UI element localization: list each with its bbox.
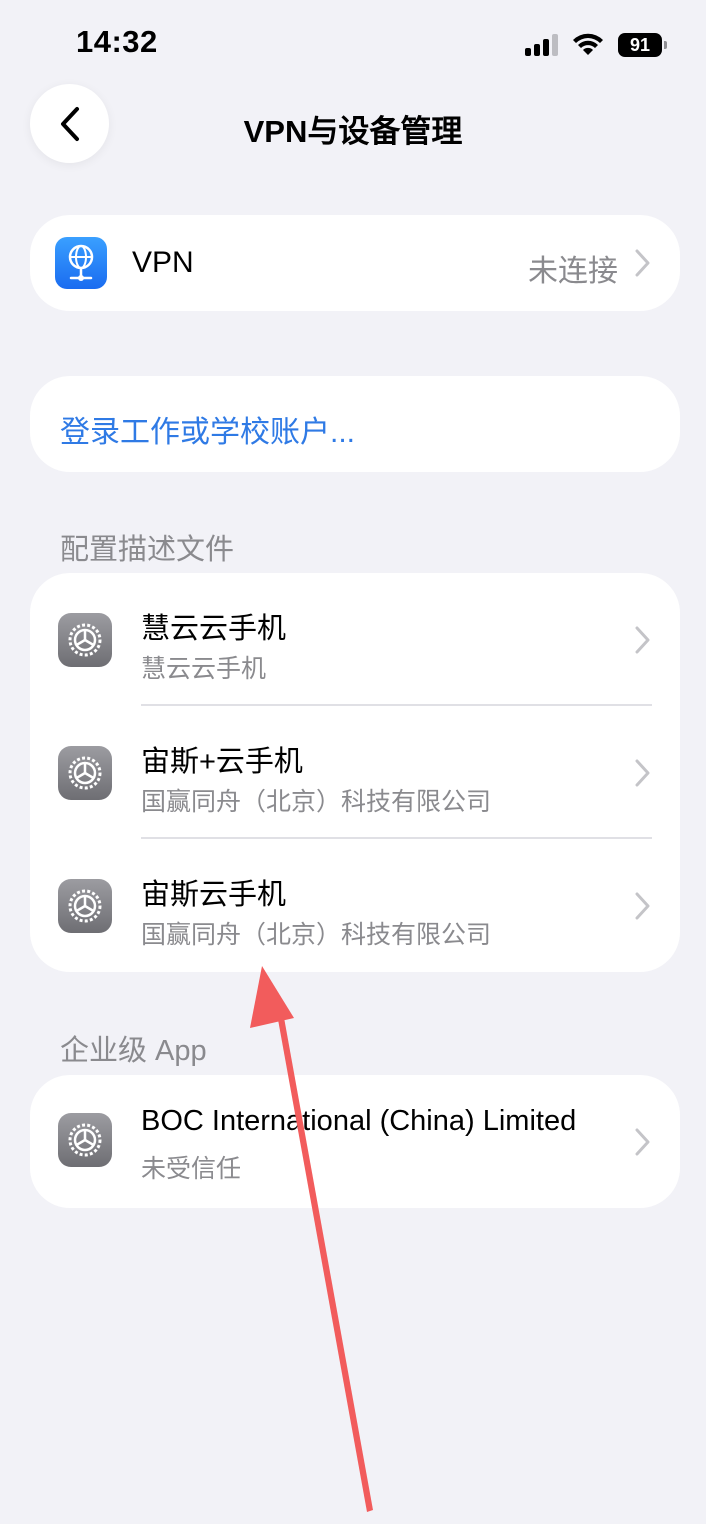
profile-subtitle: 国赢同舟（北京）科技有限公司 xyxy=(141,921,492,949)
login-account-label: 登录工作或学校账户... xyxy=(60,416,356,449)
gear-icon xyxy=(58,879,112,933)
profiles-group: 慧云云手机 慧云云手机 宙斯+云手机 国赢同舟（北京）科技有限公司 宙斯云手机 … xyxy=(30,573,680,972)
gear-icon xyxy=(58,1113,112,1167)
profiles-header: 配置描述文件 xyxy=(60,534,235,566)
profile-row[interactable]: 宙斯+云手机 国赢同舟（北京）科技有限公司 xyxy=(30,706,680,839)
chevron-right-icon xyxy=(635,892,650,919)
enterprise-header: 企业级 App xyxy=(60,1035,207,1067)
battery-icon: 91 xyxy=(618,33,667,57)
enterprise-app-row[interactable]: BOC International (China) Limited 未受信任 xyxy=(30,1075,680,1208)
profile-subtitle: 国赢同舟（北京）科技有限公司 xyxy=(141,788,492,816)
status-time: 14:32 xyxy=(76,24,158,59)
vpn-label: VPN xyxy=(132,246,194,279)
login-account-button[interactable]: 登录工作或学校账户... xyxy=(30,376,680,472)
battery-level: 91 xyxy=(629,34,651,55)
profile-row[interactable]: 宙斯云手机 国赢同舟（北京）科技有限公司 xyxy=(30,839,680,972)
chevron-right-icon xyxy=(635,249,650,277)
gear-icon xyxy=(58,613,112,667)
enterprise-app-title: BOC International (China) Limited xyxy=(141,1105,577,1137)
vpn-group: VPN 未连接 xyxy=(30,215,680,311)
chevron-right-icon xyxy=(635,626,650,653)
enterprise-app-subtitle: 未受信任 xyxy=(141,1155,242,1183)
profile-subtitle: 慧云云手机 xyxy=(141,655,267,683)
signal-icon xyxy=(525,34,558,56)
vpn-status: 未连接 xyxy=(528,255,618,288)
chevron-right-icon xyxy=(635,1128,650,1155)
page-title: VPN与设备管理 xyxy=(243,114,463,149)
profile-title: 宙斯+云手机 xyxy=(141,746,303,778)
status-bar: 14:32 91 xyxy=(0,0,706,90)
vpn-row[interactable]: VPN 未连接 xyxy=(30,215,680,311)
profile-title: 慧云云手机 xyxy=(141,613,287,645)
wifi-icon xyxy=(573,33,603,55)
chevron-right-icon xyxy=(635,759,650,786)
login-group: 登录工作或学校账户... xyxy=(30,376,680,472)
profile-title: 宙斯云手机 xyxy=(141,879,287,911)
gear-icon xyxy=(58,746,112,800)
vpn-globe-icon xyxy=(55,237,107,289)
profile-row[interactable]: 慧云云手机 慧云云手机 xyxy=(30,573,680,706)
status-icons: 91 xyxy=(525,30,667,60)
enterprise-group: BOC International (China) Limited 未受信任 xyxy=(30,1075,680,1208)
